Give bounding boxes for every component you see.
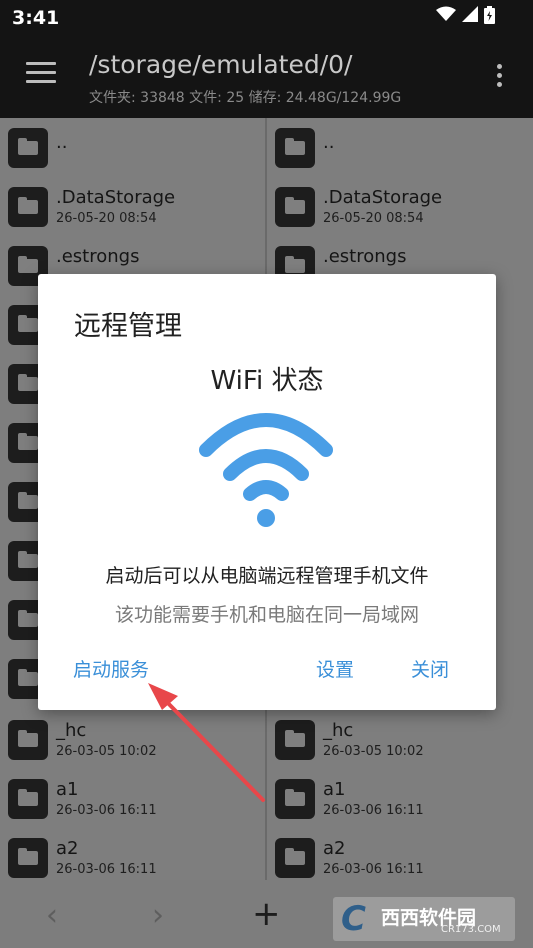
remote-management-dialog: 远程管理 WiFi 状态 启动后可以从电脑端远程管理手机文件 该功能需要手机和电…	[38, 274, 496, 710]
list-item[interactable]: a2 26-03-06 16:11	[0, 828, 265, 880]
file-name: ..	[323, 132, 335, 153]
folder-icon	[275, 720, 315, 760]
current-path: /storage/emulated/0/	[89, 50, 353, 79]
watermark-logo: C 西西软件园 CR173.COM	[333, 897, 515, 941]
storage-stats: 文件夹: 33848 文件: 25 储存: 24.48G/124.99G	[89, 90, 402, 106]
add-icon[interactable]: +	[252, 894, 281, 934]
folder-icon	[8, 187, 48, 227]
start-service-button[interactable]: 启动服务	[73, 655, 149, 682]
more-vert-icon[interactable]	[497, 64, 503, 91]
file-date: 26-05-20 08:54	[323, 211, 424, 226]
file-name: _hc	[56, 720, 87, 741]
file-name: a2	[56, 838, 79, 859]
file-date: 26-03-06 16:11	[323, 803, 424, 818]
list-item[interactable]: a1 26-03-06 16:11	[0, 769, 265, 828]
hamburger-menu-icon[interactable]	[26, 62, 56, 86]
wifi-icon	[199, 413, 333, 527]
file-date: 26-03-05 10:02	[323, 744, 424, 759]
status-icons	[436, 6, 495, 29]
close-button[interactable]: 关闭	[411, 655, 449, 682]
status-time: 3:41	[12, 7, 60, 29]
folder-icon	[8, 720, 48, 760]
file-date: 26-03-06 16:11	[56, 803, 157, 818]
battery-icon	[484, 6, 495, 29]
wifi-icon	[436, 6, 456, 29]
watermark-logo-letter: C	[341, 899, 366, 939]
file-name: ..	[56, 132, 68, 153]
dialog-note: 该功能需要手机和电脑在同一局域网	[114, 604, 419, 626]
folder-icon	[8, 128, 48, 168]
folder-icon	[8, 838, 48, 878]
list-item[interactable]: a2 26-03-06 16:11	[267, 828, 533, 880]
wifi-status-heading: WiFi 状态	[210, 366, 324, 396]
file-name: .DataStorage	[56, 187, 176, 208]
file-date: 26-03-05 10:02	[56, 744, 157, 759]
folder-icon	[8, 779, 48, 819]
list-item[interactable]: _hc 26-03-05 10:02	[267, 710, 533, 769]
file-name: a2	[323, 838, 346, 859]
file-date: 26-03-06 16:11	[56, 862, 157, 877]
file-date: 26-03-06 16:11	[323, 862, 424, 877]
file-name: a1	[56, 779, 79, 800]
watermark-url: CR173.COM	[441, 924, 501, 935]
signal-icon	[462, 6, 478, 29]
list-item[interactable]: ..	[0, 118, 265, 177]
dialog-description: 启动后可以从电脑端远程管理手机文件	[105, 565, 429, 587]
file-name: .DataStorage	[323, 187, 443, 208]
file-date: 26-05-20 08:54	[56, 211, 157, 226]
list-item[interactable]: _hc 26-03-05 10:02	[0, 710, 265, 769]
list-item[interactable]: ..	[267, 118, 533, 177]
settings-button[interactable]: 设置	[316, 655, 354, 682]
file-name: .estrongs	[323, 246, 407, 267]
folder-icon	[275, 779, 315, 819]
folder-icon	[275, 187, 315, 227]
folder-icon	[275, 838, 315, 878]
file-name: a1	[323, 779, 346, 800]
file-name: _hc	[323, 720, 354, 741]
file-name: .estrongs	[56, 246, 140, 267]
folder-icon	[275, 128, 315, 168]
back-arrow-icon[interactable]: ‹	[46, 898, 58, 933]
list-item[interactable]: .DataStorage 26-05-20 08:54	[0, 177, 265, 236]
app-header: 3:41 /storage/emulated/0/ 文件夹: 33848 文件:…	[0, 0, 533, 118]
dialog-title: 远程管理	[74, 311, 182, 342]
forward-arrow-icon[interactable]: ›	[152, 898, 164, 933]
list-item[interactable]: .DataStorage 26-05-20 08:54	[267, 177, 533, 236]
list-item[interactable]: a1 26-03-06 16:11	[267, 769, 533, 828]
